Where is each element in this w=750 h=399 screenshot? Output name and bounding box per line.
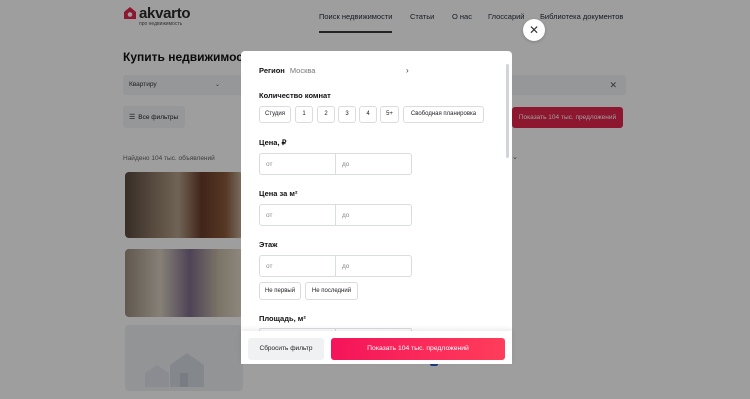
region-value: Москва [289,66,316,75]
room-chip-1[interactable]: 1 [295,106,313,123]
room-chip-5plus[interactable]: 5+ [380,106,399,123]
close-icon: ✕ [528,23,540,37]
price-per-m2-label: Цена за м² [259,189,298,198]
price-label: Цена, ₽ [259,138,287,147]
room-chip-2[interactable]: 2 [317,106,335,123]
price-per-m2-from-input[interactable]: от [259,204,336,226]
price-to-input[interactable]: до [336,153,412,175]
close-button[interactable]: ✕ [523,19,545,41]
modal-scrollbar[interactable] [506,64,509,158]
floor-from-input[interactable]: от [259,255,336,277]
chevron-right-icon[interactable]: › [406,66,409,75]
reset-filter-button[interactable]: Сбросить фильтр [248,338,324,360]
floor-to-input[interactable]: до [336,255,412,277]
floor-chip-not-last[interactable]: Не последний [305,282,358,300]
price-per-m2-to-input[interactable]: до [336,204,412,226]
region-label: Регион [259,66,285,75]
room-chip-studio[interactable]: Студия [259,106,291,123]
room-chip-free-layout[interactable]: Свободная планировка [403,106,484,123]
rooms-label: Количество комнат [259,91,331,100]
room-chip-4[interactable]: 4 [359,106,377,123]
region-selector[interactable]: Регион Москва [259,66,315,75]
price-from-input[interactable]: от [259,153,336,175]
floor-label: Этаж [259,240,278,249]
floor-chip-not-first[interactable]: Не первый [259,282,301,300]
area-label: Площадь, м² [259,314,306,323]
apply-filter-button[interactable]: Показать 104 тыс. предложений [331,338,505,360]
room-chip-3[interactable]: 3 [338,106,356,123]
